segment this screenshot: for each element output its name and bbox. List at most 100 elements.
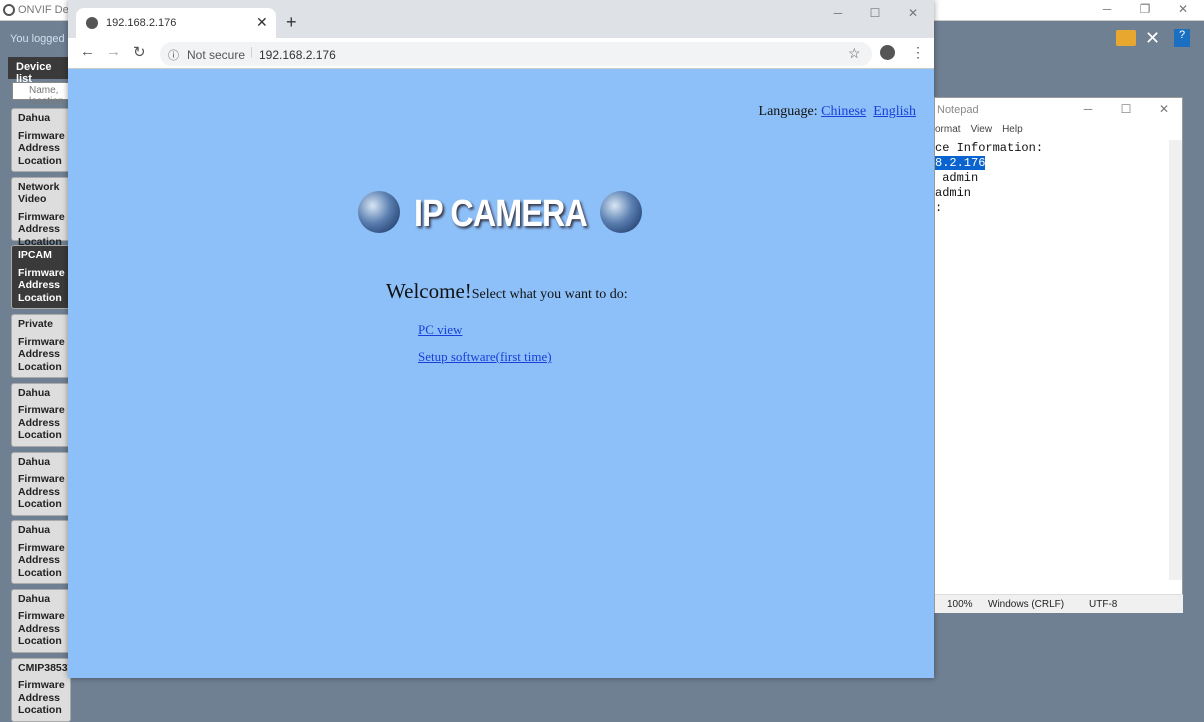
device-field-label: Address [18, 485, 61, 498]
device-name: Dahua [18, 455, 51, 468]
device-field-label: Address [18, 142, 61, 154]
tab-title: 192.168.2.176 [106, 17, 177, 29]
menu-help[interactable]: Help [1002, 124, 1023, 135]
device-field-label: Address [18, 691, 61, 704]
globe-left-icon [358, 191, 400, 233]
device-field-label: Location [18, 154, 62, 167]
profile-icon[interactable] [880, 45, 895, 60]
device-list-header: Device list [8, 57, 70, 85]
device-card[interactable]: Private Firmware Address Location [11, 314, 71, 379]
address-bar[interactable]: ⓘ Not secure | 192.168.2.176 ☆ [160, 42, 872, 66]
device-field-label: Location [18, 360, 62, 373]
status-bar: 100% Windows (CRLF) UTF-8 [935, 594, 1183, 613]
info-icon[interactable]: ⓘ [168, 47, 179, 63]
device-field-label: Firmware [18, 266, 65, 279]
back-icon[interactable]: ← [80, 43, 95, 60]
device-field-label: Firmware [18, 210, 65, 223]
security-label: Not secure [187, 48, 246, 62]
menu-view[interactable]: View [971, 124, 993, 135]
toolbar: ← → ↻ ⓘ Not secure | 192.168.2.176 ☆ ⋮ [68, 38, 934, 69]
star-icon[interactable]: ☆ [848, 45, 861, 62]
menu-icon[interactable]: ⋮ [911, 44, 925, 61]
device-name: CMIP3853W [18, 661, 78, 674]
device-field-label: Firmware [18, 541, 65, 554]
device-name: Network Video [18, 180, 60, 206]
welcome-text: Welcome!Select what you want to do: [386, 279, 628, 304]
device-card[interactable]: IPCAM Firmware Address Location [11, 245, 71, 310]
device-field-label: Firmware [18, 129, 65, 142]
device-field-label: Firmware [18, 679, 65, 692]
minimize-button[interactable]: ─ [1097, 2, 1117, 16]
url-text[interactable]: 192.168.2.176 [259, 48, 336, 62]
minimize-button[interactable]: ─ [828, 6, 848, 20]
device-field-label: Location [18, 291, 62, 304]
logo-text: IP CAMERA [414, 193, 588, 235]
device-field-label: Address [18, 622, 61, 635]
device-field-label: Address [18, 416, 61, 429]
browser-window: 192.168.2.176 ✕ + ─ ☐ ✕ ← → ↻ ⓘ Not secu… [68, 0, 934, 678]
device-card[interactable]: CMIP3853W Firmware Address Location [11, 657, 78, 722]
device-field-label: Location [18, 429, 62, 442]
notepad-menu: ormat View Help [935, 124, 1033, 135]
device-card[interactable]: Dahua Firmware Address Location [11, 520, 71, 585]
ip-camera-logo: IP CAMERA [358, 191, 643, 237]
tab-close-icon[interactable]: ✕ [256, 14, 268, 31]
device-field-label: Address [18, 348, 61, 361]
device-field-label: Location [18, 566, 62, 579]
device-name: Dahua [18, 524, 51, 537]
new-tab-button[interactable]: + [286, 12, 297, 33]
reload-icon[interactable]: ↻ [133, 43, 146, 61]
device-card[interactable]: Dahua Firmware Address Location [11, 382, 71, 447]
help-icon[interactable]: ? [1174, 29, 1190, 47]
setup-software-link[interactable]: Setup software(first time) [418, 349, 552, 365]
device-name: Dahua [18, 592, 51, 605]
vertical-scrollbar[interactable] [1169, 140, 1182, 580]
device-field-label: Address [18, 223, 61, 236]
pc-view-link[interactable]: PC view [418, 322, 462, 338]
device-name: Dahua [18, 386, 51, 399]
language-selector: Language: Chinese English [759, 104, 916, 120]
device-name: Dahua [18, 112, 51, 124]
welcome-heading: Welcome! [386, 279, 472, 303]
device-card[interactable]: Network Video Firmware Address Location [11, 176, 71, 248]
device-field-label: Firmware [18, 404, 65, 417]
notepad-window: Notepad ─ ☐ ✕ ormat View Help ce Informati… [934, 97, 1183, 613]
language-label: Language: [758, 104, 818, 119]
menu-format[interactable]: ormat [935, 124, 961, 135]
close-button[interactable]: ✕ [1154, 102, 1174, 116]
page-content: Language: Chinese English IP CAMERA Welc… [68, 69, 934, 678]
line-ending: Windows (CRLF) [988, 599, 1065, 610]
maximize-button[interactable]: ☐ [865, 6, 885, 20]
device-field-label: Firmware [18, 473, 65, 485]
restore-button[interactable]: ❐ [1135, 2, 1155, 16]
device-field-label: Firmware [18, 610, 65, 623]
device-field-label: Address [18, 279, 61, 292]
device-card[interactable]: Dahua Firmware Address Location [11, 588, 71, 653]
device-field-label: Address [18, 554, 61, 567]
notepad-title: Notepad [937, 104, 979, 116]
network-icon[interactable] [1116, 30, 1136, 46]
settings-tools-icon[interactable]: ✕ [1145, 28, 1160, 49]
device-card[interactable]: Dahua Firmware Address Location [11, 108, 71, 172]
maximize-button[interactable]: ☐ [1116, 102, 1136, 116]
forward-icon[interactable]: → [106, 43, 121, 60]
encoding: UTF-8 [1089, 599, 1118, 610]
device-field-label: Firmware [18, 335, 65, 348]
device-field-label: Location [18, 635, 62, 648]
notepad-text[interactable]: ce Information: 8.2.176 admin admin: [935, 141, 1043, 216]
device-field-label: Location [18, 498, 62, 510]
close-button[interactable]: ✕ [1173, 2, 1193, 16]
english-link[interactable]: English [873, 104, 916, 119]
globe-icon [86, 17, 98, 29]
globe-right-icon [600, 191, 642, 233]
device-name: Private [18, 318, 54, 331]
chinese-link[interactable]: Chinese [821, 104, 866, 119]
welcome-prompt: Select what you want to do: [471, 287, 628, 302]
device-field-label: Location [18, 704, 62, 717]
onvif-logo-icon [3, 4, 15, 16]
device-card[interactable]: Dahua Firmware Address Location [11, 451, 71, 516]
device-search-input[interactable]: Name, location [12, 82, 72, 107]
browser-tab[interactable]: 192.168.2.176 ✕ [76, 8, 276, 38]
close-button[interactable]: ✕ [903, 6, 923, 20]
minimize-button[interactable]: ─ [1078, 102, 1098, 116]
